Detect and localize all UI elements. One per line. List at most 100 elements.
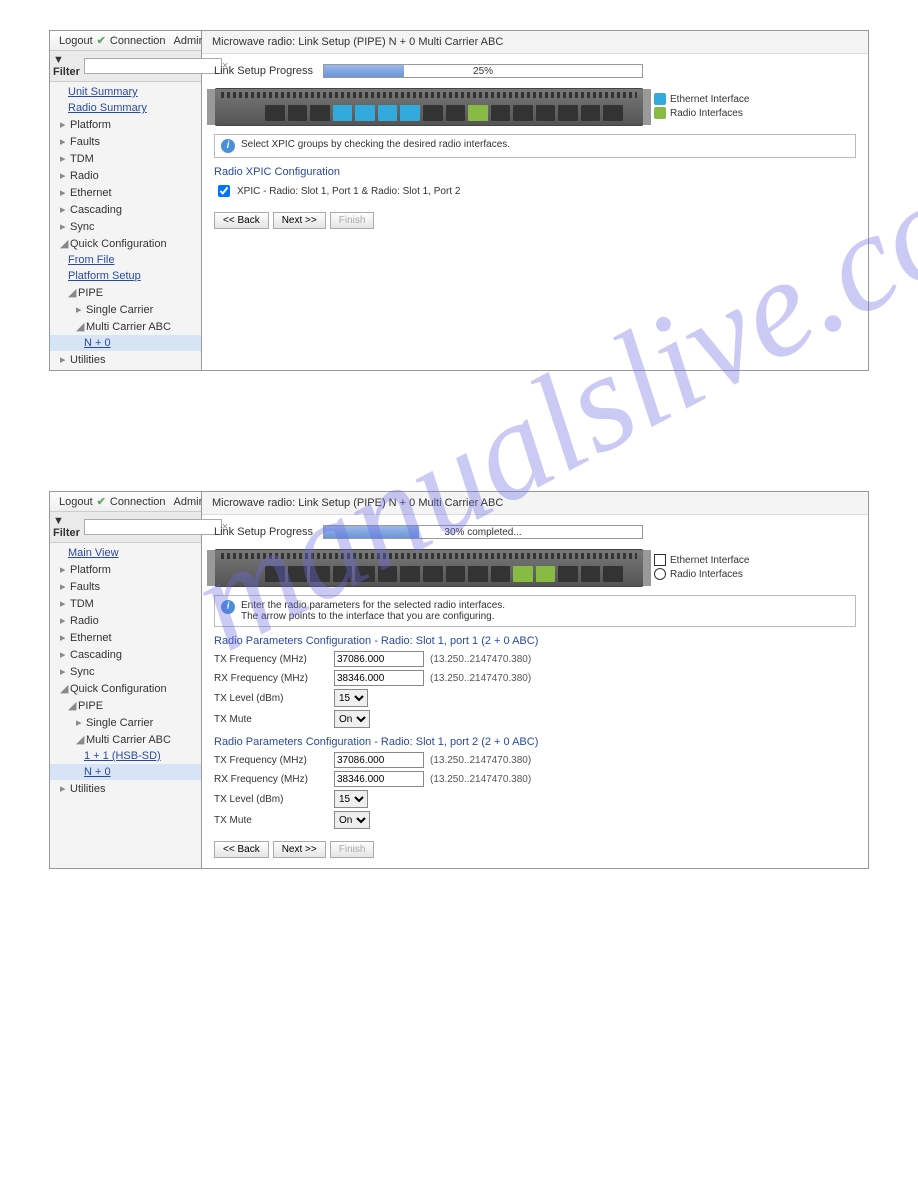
info-icon: i — [221, 600, 235, 614]
legend-rad: Radio Interfaces — [670, 108, 743, 119]
tree-item[interactable]: Unit Summary — [50, 84, 201, 100]
sidebar: Logout ✔ Connection Admin ▼ Filter × Uni… — [50, 31, 202, 370]
tree-item[interactable]: ▸Single Carrier — [50, 714, 201, 731]
info-text-1: Select XPIC groups by checking the desir… — [241, 139, 510, 150]
legend-eth: Ethernet Interface — [670, 94, 750, 105]
tree-item[interactable]: Radio Summary — [50, 100, 201, 116]
tree-item[interactable]: ▸TDM — [50, 150, 201, 167]
tree-item[interactable]: ▸Cascading — [50, 646, 201, 663]
tree-item[interactable]: ▸Ethernet — [50, 629, 201, 646]
tree-item[interactable]: ▸Cascading — [50, 201, 201, 218]
tree-item[interactable]: ▸Utilities — [50, 351, 201, 368]
main-1: Microwave radio: Link Setup (PIPE) N + 0… — [202, 31, 868, 370]
txfreq2-input[interactable] — [334, 752, 424, 768]
progress-text-1: 25% — [324, 65, 642, 79]
tree-item[interactable]: ◢PIPE — [50, 697, 201, 714]
nav-tree-1: Unit SummaryRadio Summary▸Platform▸Fault… — [50, 82, 201, 370]
eth-swatch — [654, 93, 666, 105]
admin-link[interactable]: Admin — [174, 35, 205, 47]
progress-bar-1: 25% — [323, 64, 643, 78]
tree-item[interactable]: ◢Multi Carrier ABC — [50, 731, 201, 748]
tree-item[interactable]: ◢Quick Configuration — [50, 235, 201, 252]
rxfreq2-input[interactable] — [334, 771, 424, 787]
rxfreq-label: RX Frequency (MHz) — [214, 774, 334, 785]
sidebar-header-2: Logout ✔ Connection Admin — [50, 492, 201, 512]
tree-item[interactable]: Platform Setup — [50, 268, 201, 284]
txlevel2-select[interactable]: 15 — [334, 790, 368, 808]
txmute-label: TX Mute — [214, 714, 334, 725]
page-title-1: Microwave radio: Link Setup (PIPE) N + 0… — [202, 31, 868, 54]
tree-item[interactable]: From File — [50, 252, 201, 268]
tree-item[interactable]: ▸Single Carrier — [50, 301, 201, 318]
txfreq-range: (13.250..2147470.380) — [430, 654, 531, 665]
connection-link[interactable]: Connection — [110, 496, 166, 508]
xpic-label: XPIC - Radio: Slot 1, Port 1 & Radio: Sl… — [237, 186, 460, 197]
tree-item[interactable]: N + 0 — [50, 764, 201, 780]
legend-eth-2: Ethernet Interface — [670, 555, 750, 566]
tree-item[interactable]: ▸Sync — [50, 218, 201, 235]
tree-item[interactable]: ▸TDM — [50, 595, 201, 612]
back-button-2[interactable]: << Back — [214, 841, 269, 858]
panel-2: Logout ✔ Connection Admin ▼ Filter × Mai… — [49, 491, 869, 869]
info-icon: i — [221, 139, 235, 153]
txlevel-label: TX Level (dBm) — [214, 693, 334, 704]
tree-item[interactable]: ◢Quick Configuration — [50, 680, 201, 697]
info-box-1: i Select XPIC groups by checking the des… — [214, 134, 856, 158]
progress-label-2: Link Setup Progress — [214, 526, 313, 538]
legend-2: Ethernet Interface Radio Interfaces — [654, 554, 750, 582]
page-title-2: Microwave radio: Link Setup (PIPE) N + 0… — [202, 492, 868, 515]
finish-button-1: Finish — [330, 212, 375, 229]
tree-item[interactable]: ▸Ethernet — [50, 184, 201, 201]
tree-item[interactable]: ▸Faults — [50, 133, 201, 150]
eth-swatch-2 — [654, 554, 666, 566]
info-text-2: Enter the radio parameters for the selec… — [241, 600, 505, 622]
tree-item[interactable]: ▸Faults — [50, 578, 201, 595]
rxfreq1-input[interactable] — [334, 670, 424, 686]
logout-link[interactable]: Logout — [59, 496, 93, 508]
rxfreq-range: (13.250..2147470.380) — [430, 774, 531, 785]
connection-link[interactable]: Connection — [110, 35, 166, 47]
txmute1-select[interactable]: On — [334, 710, 370, 728]
back-button-1[interactable]: << Back — [214, 212, 269, 229]
progress-label-1: Link Setup Progress — [214, 65, 313, 77]
logout-link[interactable]: Logout — [59, 35, 93, 47]
txlevel1-select[interactable]: 15 — [334, 689, 368, 707]
device-diagram-2[interactable] — [214, 549, 644, 587]
tree-item[interactable]: ▸Radio — [50, 612, 201, 629]
txlevel-label: TX Level (dBm) — [214, 794, 334, 805]
tree-item[interactable]: ▸Utilities — [50, 780, 201, 797]
filter-row-2: ▼ Filter × — [50, 512, 201, 543]
txfreq-label: TX Frequency (MHz) — [214, 755, 334, 766]
tree-item[interactable]: N + 0 — [50, 335, 201, 351]
legend-1: Ethernet Interface Radio Interfaces — [654, 93, 750, 121]
xpic-checkbox[interactable] — [218, 185, 230, 197]
filter-row: ▼ Filter × — [50, 51, 201, 82]
section-title-slot1p2: Radio Parameters Configuration - Radio: … — [214, 736, 856, 748]
radio-params-2: TX Frequency (MHz)(13.250..2147470.380) … — [214, 752, 856, 829]
tree-item[interactable]: Main View — [50, 545, 201, 561]
panel-1: Logout ✔ Connection Admin ▼ Filter × Uni… — [49, 30, 869, 371]
device-diagram-1[interactable] — [214, 88, 644, 126]
txmute-label: TX Mute — [214, 815, 334, 826]
txmute2-select[interactable]: On — [334, 811, 370, 829]
tree-item[interactable]: ▸Platform — [50, 561, 201, 578]
tree-item[interactable]: ▸Sync — [50, 663, 201, 680]
connection-icon: ✔ — [97, 495, 106, 508]
tree-item[interactable]: 1 + 1 (HSB-SD) — [50, 748, 201, 764]
admin-link[interactable]: Admin — [174, 496, 205, 508]
sidebar-2: Logout ✔ Connection Admin ▼ Filter × Mai… — [50, 492, 202, 868]
main-2: Microwave radio: Link Setup (PIPE) N + 0… — [202, 492, 868, 868]
tree-item[interactable]: ▸Radio — [50, 167, 201, 184]
tree-item[interactable]: ▸Platform — [50, 116, 201, 133]
txfreq1-input[interactable] — [334, 651, 424, 667]
tree-item[interactable]: ◢PIPE — [50, 284, 201, 301]
finish-button-2: Finish — [330, 841, 375, 858]
next-button-2[interactable]: Next >> — [273, 841, 326, 858]
section-title-xpic: Radio XPIC Configuration — [214, 166, 856, 178]
filter-label: ▼ Filter — [53, 515, 80, 539]
sidebar-header: Logout ✔ Connection Admin — [50, 31, 201, 51]
legend-rad-2: Radio Interfaces — [670, 569, 743, 580]
txfreq-label: TX Frequency (MHz) — [214, 654, 334, 665]
tree-item[interactable]: ◢Multi Carrier ABC — [50, 318, 201, 335]
next-button-1[interactable]: Next >> — [273, 212, 326, 229]
